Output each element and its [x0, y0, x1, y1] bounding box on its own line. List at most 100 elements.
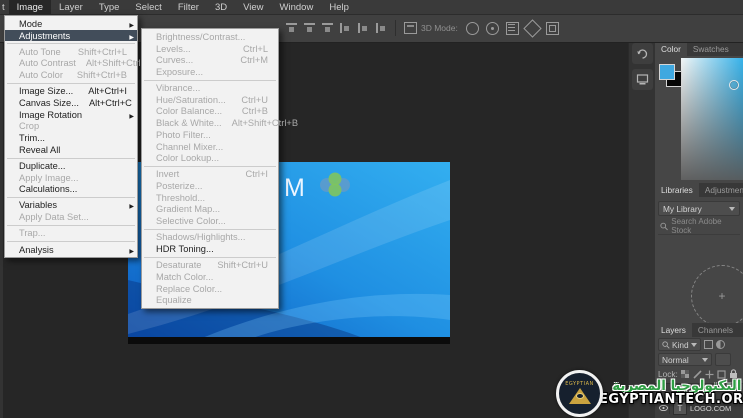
menu-bar-item[interactable]: View	[235, 0, 271, 14]
menu-item[interactable]: Trim...	[5, 132, 137, 144]
menu-item-label: Mode	[19, 19, 42, 29]
distribute-right-edges-icon[interactable]	[376, 23, 387, 33]
distribute-horizontal-centers-icon[interactable]	[358, 23, 369, 33]
foreground-color-swatch[interactable]	[659, 64, 675, 80]
menu-bar-item[interactable]: Image	[9, 0, 51, 14]
align-top-edges-icon[interactable]	[286, 23, 297, 33]
color-field-selector[interactable]	[729, 80, 739, 90]
pixel-layer-filter-icon[interactable]	[704, 340, 713, 349]
menu-item[interactable]: Color Balance... Ctrl+B	[142, 106, 278, 118]
menu-item[interactable]: Equalize	[142, 294, 278, 306]
menu-item[interactable]: Calculations...	[5, 183, 137, 195]
menu-bar-item[interactable]: Layer	[51, 0, 91, 14]
3d-slide-icon[interactable]	[523, 19, 541, 37]
blend-mode-select[interactable]: Normal	[658, 353, 712, 366]
distribute-left-edges-icon[interactable]	[340, 23, 351, 33]
kind-label: Kind	[672, 340, 689, 350]
menu-item[interactable]: Adjustments	[5, 30, 137, 42]
panel-tab[interactable]: Layers	[655, 323, 692, 337]
menu-item[interactable]: HDR Toning...	[142, 243, 278, 255]
menu-item[interactable]: Match Color...	[142, 271, 278, 283]
logo-arc-text: EGYPTIAN	[565, 382, 594, 387]
menu-item[interactable]: Trap...	[5, 228, 137, 240]
menu-bar-item[interactable]: Help	[321, 0, 357, 14]
menu-item[interactable]: Invert Ctrl+I	[142, 169, 278, 181]
menu-item-label: Crop	[19, 121, 39, 131]
menu-item-label: Calculations...	[19, 184, 77, 194]
menu-item-label: Hue/Saturation...	[156, 95, 226, 105]
layer-filter-kind-select[interactable]: Kind	[658, 338, 701, 351]
menu-item[interactable]: Analysis	[5, 244, 137, 256]
opacity-field[interactable]	[715, 353, 731, 366]
menu-item[interactable]: Gradient Map...	[142, 204, 278, 216]
menu-item[interactable]: Apply Data Set...	[5, 211, 137, 223]
menu-item[interactable]: Curves... Ctrl+M	[142, 54, 278, 66]
3d-pan-icon[interactable]	[506, 22, 519, 35]
menu-bar-item[interactable]: 3D	[207, 0, 235, 14]
library-select[interactable]: My Library	[658, 201, 740, 216]
menu-item[interactable]: Threshold...	[142, 192, 278, 204]
align-vertical-centers-icon[interactable]	[304, 23, 315, 33]
menu-item[interactable]: Desaturate Shift+Ctrl+U	[142, 259, 278, 271]
menu-item[interactable]: Auto Tone Shift+Ctrl+L	[5, 46, 137, 58]
menu-item[interactable]: Image Rotation	[5, 109, 137, 121]
menu-item[interactable]: Reveal All	[5, 144, 137, 156]
menu-item[interactable]: Color Lookup...	[142, 152, 278, 164]
menu-item[interactable]: Hue/Saturation... Ctrl+U	[142, 94, 278, 106]
menu-item[interactable]: Levels... Ctrl+L	[142, 43, 278, 55]
menu-item[interactable]: Image Size... Alt+Ctrl+I	[5, 85, 137, 97]
menu-item[interactable]: Vibrance...	[142, 82, 278, 94]
search-icon	[660, 222, 668, 231]
menu-item[interactable]: Canvas Size... Alt+Ctrl+C	[5, 97, 137, 109]
menu-item[interactable]: Exposure...	[142, 66, 278, 78]
plus-icon: +	[718, 289, 725, 303]
menu-item-label: Gradient Map...	[156, 204, 220, 214]
menu-item[interactable]: Duplicate...	[5, 160, 137, 172]
panel-tab[interactable]: Channels	[692, 323, 739, 337]
menu-item-label: Shadows/Highlights...	[156, 232, 245, 242]
menu-item[interactable]: Selective Color...	[142, 215, 278, 227]
3d-roll-icon[interactable]	[486, 22, 499, 35]
menu-item-label: Analysis	[19, 245, 54, 255]
menu-bar-item[interactable]: Window	[272, 0, 322, 14]
libraries-panel: Libraries Adjustments St My Library Sear…	[655, 183, 743, 323]
panel-tab[interactable]: Swatches	[687, 42, 735, 56]
color-swatch-stack	[659, 64, 683, 88]
menu-bar-item[interactable]: Filter	[170, 0, 207, 14]
menu-item[interactable]: Mode	[5, 18, 137, 30]
panel-tab[interactable]: Adjustments	[699, 183, 743, 197]
menu-item[interactable]: Crop	[5, 121, 137, 133]
menu-item[interactable]: Black & White... Alt+Shift+Ctrl+B	[142, 117, 278, 129]
library-search-input[interactable]: Search Adobe Stock	[658, 220, 740, 235]
menu-item-label: Black & White...	[156, 118, 222, 128]
properties-panel-icon[interactable]	[632, 69, 653, 90]
menu-item[interactable]: Posterize...	[142, 180, 278, 192]
menu-bar-item[interactable]: Type	[91, 0, 128, 14]
menu-item[interactable]: Variables	[5, 200, 137, 212]
image-menu: Mode Adjustments Auto Tone Shift+Ctrl+L	[4, 15, 138, 258]
menu-item[interactable]: Photo Filter...	[142, 129, 278, 141]
history-panel-icon[interactable]	[632, 43, 653, 64]
menu-item-label: Posterize...	[156, 181, 203, 191]
panel-tab[interactable]: Libraries	[655, 183, 699, 197]
menu-item-label: Curves...	[156, 55, 193, 65]
menu-item[interactable]: Shadows/Highlights...	[142, 232, 278, 244]
menu-item[interactable]: Channel Mixer...	[142, 141, 278, 153]
menu-item[interactable]: Replace Color...	[142, 283, 278, 295]
menu-item[interactable]: Apply Image...	[5, 172, 137, 184]
library-drop-target[interactable]: +	[691, 265, 743, 327]
menu-item[interactable]: Auto Contrast Alt+Shift+Ctrl+L	[5, 58, 137, 70]
panel-tab[interactable]: Paths	[739, 323, 743, 337]
panel-tab[interactable]: Color	[655, 42, 687, 56]
auto-select-options-icon[interactable]	[404, 22, 417, 34]
adjustment-layer-filter-icon[interactable]	[716, 340, 725, 349]
3d-orbit-icon[interactable]	[466, 22, 479, 35]
submenu-arrow-icon	[127, 31, 134, 41]
menu-item[interactable]: Auto Color Shift+Ctrl+B	[5, 69, 137, 81]
align-bottom-edges-icon[interactable]	[322, 23, 333, 33]
menu-bar-item[interactable]: Select	[127, 0, 169, 14]
menu-item[interactable]: Brightness/Contrast...	[142, 31, 278, 43]
cropped-edit-menu-fragment[interactable]: t	[0, 2, 9, 13]
color-field[interactable]	[681, 58, 743, 180]
3d-scale-icon[interactable]	[546, 22, 559, 35]
